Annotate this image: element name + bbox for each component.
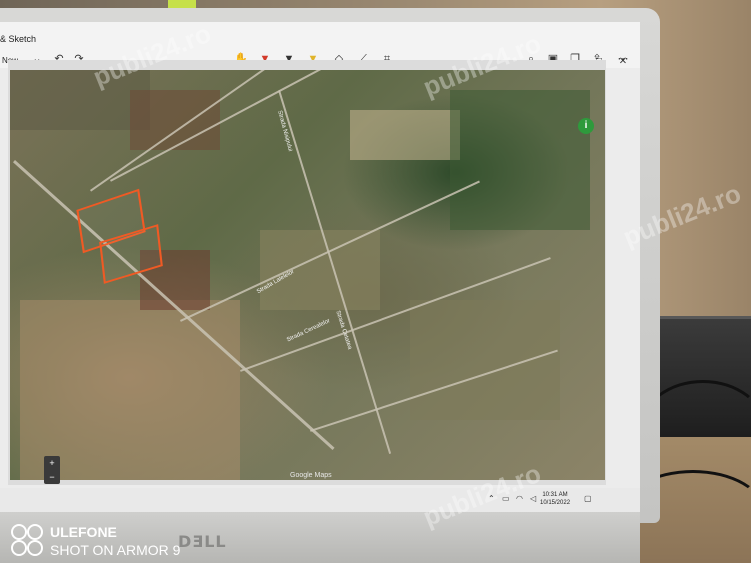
field-parcel (350, 110, 460, 160)
satellite-map[interactable]: Strada Nisipului Strada Lalelelor Strada… (10, 70, 605, 480)
ulefone-logo (11, 524, 43, 556)
zoom-control[interactable]: + − (44, 456, 60, 484)
camera-model: SHOT ON ARMOR 9 (50, 542, 181, 558)
field-parcel (450, 90, 590, 230)
clock-time: 10:31 AM (542, 492, 568, 498)
app-title: & Sketch (0, 34, 37, 44)
volume-icon[interactable]: ◁ (530, 494, 536, 503)
map-info-icon[interactable]: i (578, 118, 594, 134)
camera-brand: ULEFONE (50, 524, 117, 540)
field-parcel (410, 300, 560, 420)
zoom-in-button[interactable]: + (44, 456, 60, 470)
laptop-brand: DƎLL (178, 532, 227, 551)
clock-date: 10/15/2022 (540, 500, 571, 506)
map-footer: Google Maps (290, 472, 332, 479)
field-parcel (20, 300, 240, 480)
notifications-icon[interactable]: ▢ (584, 494, 592, 503)
taskbar-clock[interactable]: 10:31 AM 10/15/2022 (540, 491, 570, 507)
close-icon[interactable]: ✕ (616, 56, 630, 67)
field-parcel (260, 230, 380, 310)
zoom-out-button[interactable]: − (44, 470, 60, 484)
field-parcel (130, 90, 220, 150)
